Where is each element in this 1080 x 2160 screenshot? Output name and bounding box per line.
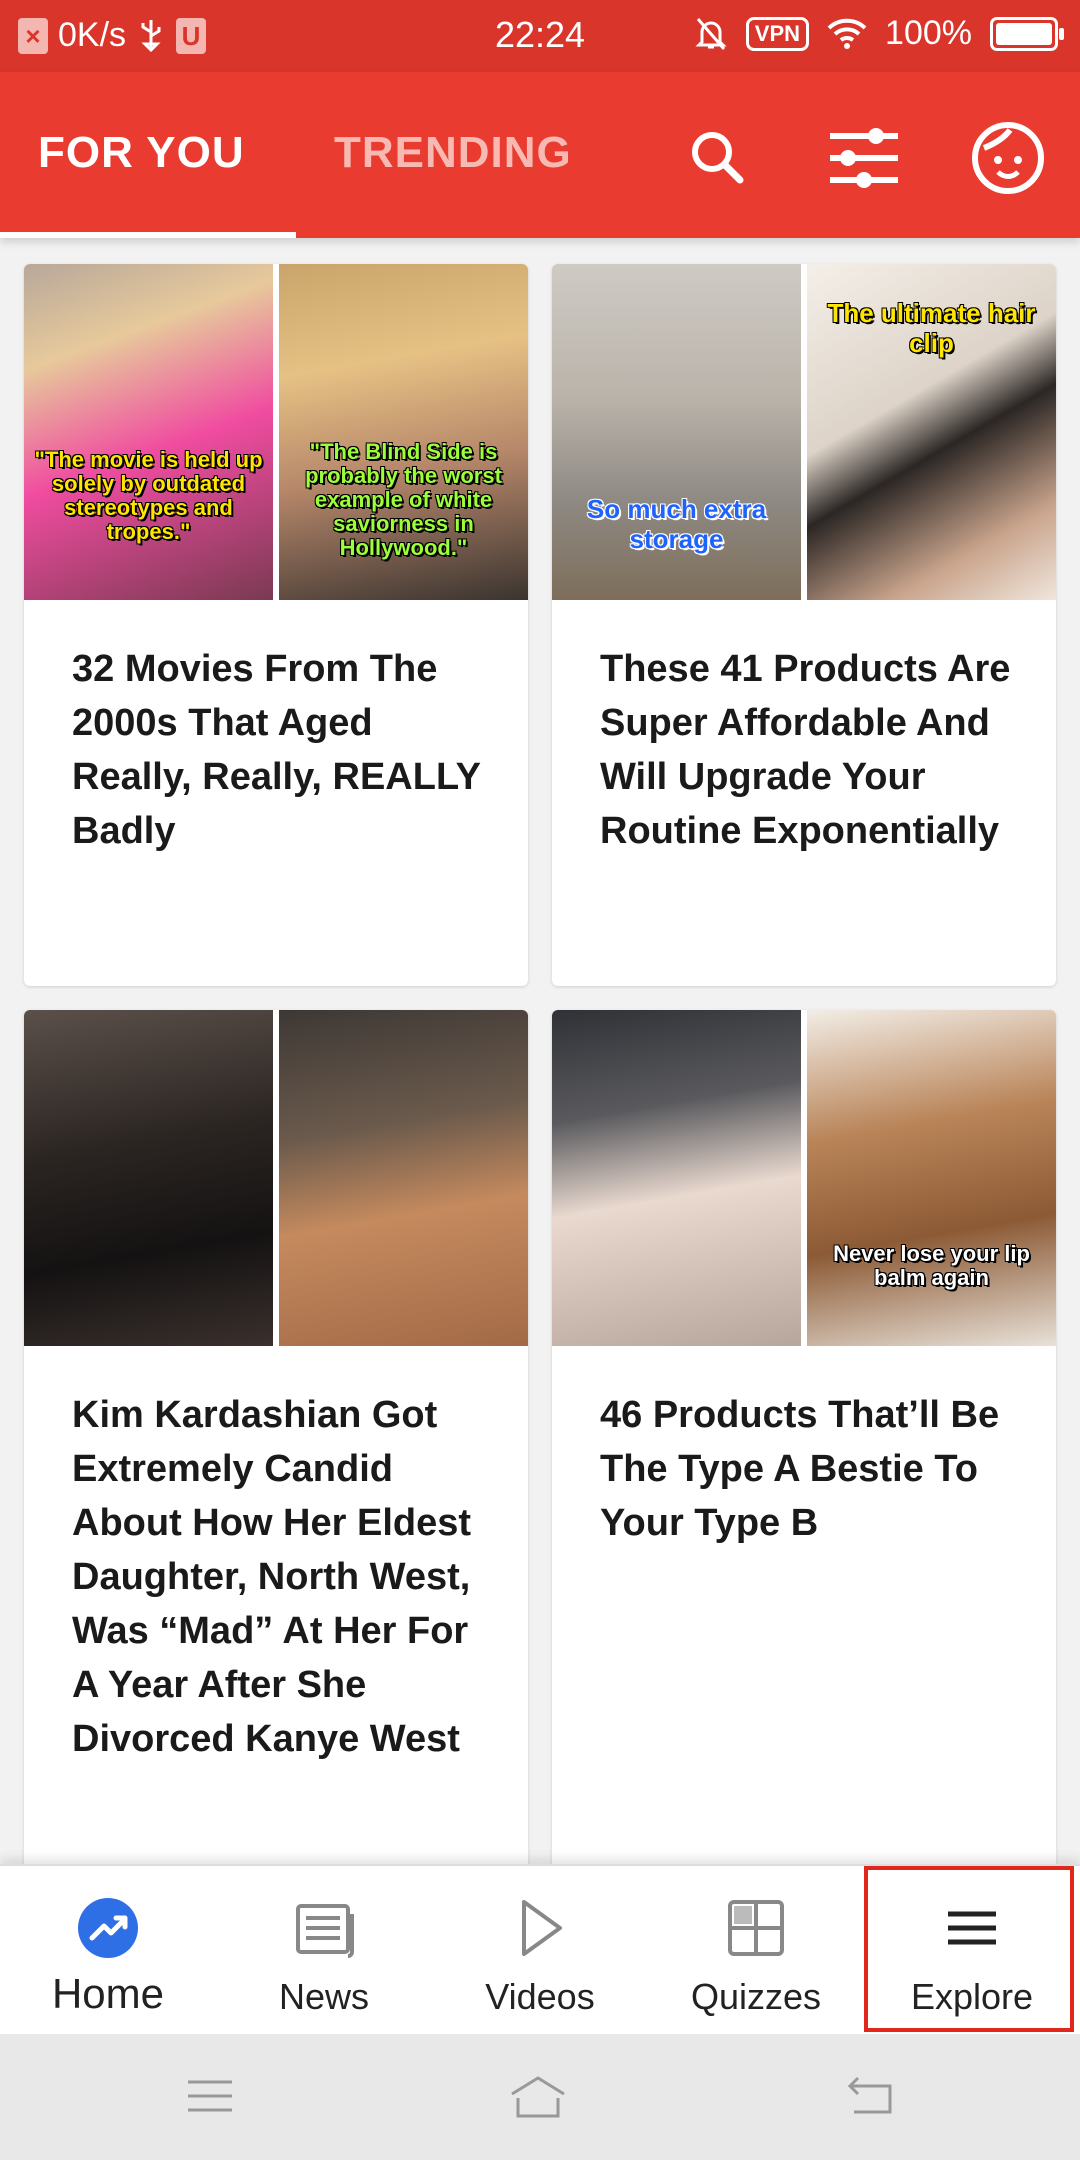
article-thumbnail (24, 1010, 273, 1346)
tab-for-you[interactable]: FOR YOU (38, 128, 245, 178)
home-button-icon[interactable] (508, 2072, 568, 2122)
trending-icon (78, 1898, 138, 1958)
mute-bell-icon (695, 17, 727, 50)
nav-label: Videos (485, 1976, 595, 2017)
article-thumbnail: The ultimate hair clip (807, 264, 1056, 600)
profile-face-icon[interactable] (968, 118, 1048, 198)
article-thumbnail: "The Blind Side is probably the worst ex… (279, 264, 528, 600)
nav-quizzes[interactable]: Quizzes (648, 1866, 864, 2036)
thumbnail-caption: The ultimate hair clip (827, 298, 1036, 358)
nav-label: Home (51, 1970, 165, 2017)
nav-label: Quizzes (690, 1976, 822, 2017)
nav-news[interactable]: News (216, 1866, 432, 2036)
status-bar: × 0K/s U 22:24 VPN 100% (0, 0, 1080, 72)
article-title: 46 Products That’ll Be The Type A Bestie… (600, 1394, 1000, 1544)
article-thumbnail: "The movie is held up solely by outdated… (24, 264, 273, 600)
article-thumbnail: So much extra storage (552, 264, 801, 600)
article-title: These 41 Products Are Super Affordable A… (600, 648, 1011, 852)
thumbnail-caption: "The Blind Side is probably the worst ex… (305, 439, 502, 560)
article-thumbnail (279, 1010, 528, 1346)
active-tab-indicator (0, 232, 296, 238)
article-thumbnail: Never lose your lip balm again (807, 1010, 1056, 1346)
thumbnail-caption: "The movie is held up solely by outdated… (34, 447, 263, 544)
newspaper-icon (296, 1904, 354, 1958)
article-card[interactable]: Kim Kardashian Got Extremely Candid Abou… (24, 1010, 528, 1910)
battery-percent: 100% (885, 14, 972, 52)
filter-sliders-icon[interactable] (824, 118, 904, 198)
back-button-icon[interactable] (840, 2072, 900, 2122)
nav-videos[interactable]: Videos (432, 1866, 648, 2036)
play-icon (522, 1900, 562, 1956)
explore-highlight-box (864, 1866, 1074, 2032)
tab-trending[interactable]: TRENDING (334, 128, 572, 178)
search-icon[interactable] (678, 118, 758, 198)
system-navigation-bar (0, 2034, 1080, 2160)
grid-icon (728, 1900, 784, 1956)
battery-icon (990, 16, 1064, 51)
article-title: 32 Movies From The 2000s That Aged Reall… (72, 648, 481, 852)
vpn-badge: VPN (745, 16, 810, 51)
article-card[interactable]: Never lose your lip balm again 46 Produc… (552, 1010, 1056, 1910)
app-header: FOR YOU TRENDING (0, 72, 1080, 238)
nav-label: News (278, 1976, 370, 2017)
article-card[interactable]: "The movie is held up solely by outdated… (24, 264, 528, 986)
article-card[interactable]: So much extra storage The ultimate hair … (552, 264, 1056, 986)
wifi-icon (827, 18, 867, 49)
article-title: Kim Kardashian Got Extremely Candid Abou… (72, 1394, 472, 1760)
thumbnail-caption: Never lose your lip balm again (833, 1241, 1030, 1290)
thumbnail-caption: So much extra storage (586, 494, 767, 554)
nav-home[interactable]: Home (0, 1866, 216, 2036)
article-thumbnail (552, 1010, 801, 1346)
recent-apps-icon[interactable] (180, 2072, 240, 2122)
